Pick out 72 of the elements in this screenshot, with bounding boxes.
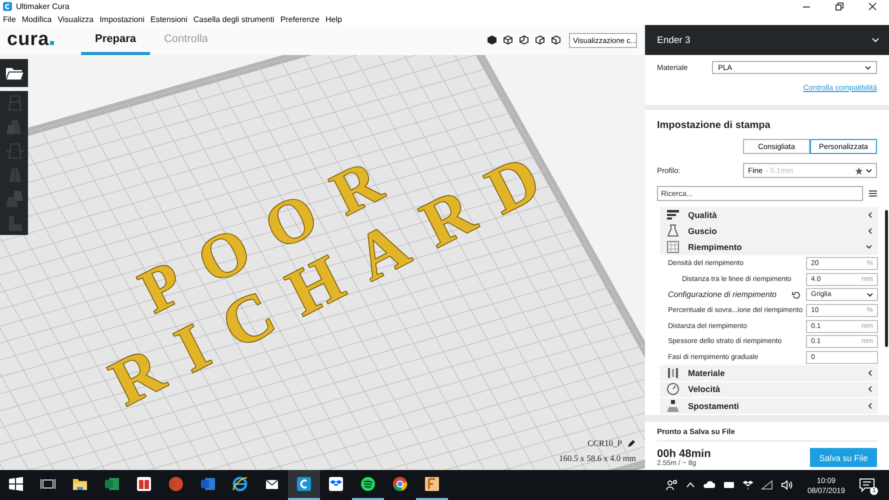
app-icon [296,476,312,492]
chevron-left-icon [868,228,872,234]
bars-icon [666,208,680,222]
cloud-icon[interactable] [703,481,716,489]
flask-icon [666,224,680,238]
menu-icon[interactable] [869,190,877,197]
wifi-icon[interactable] [761,480,774,490]
spreadsheet-icon [104,476,120,492]
setting-label: Configurazione di riempimento [668,290,778,300]
cube-icon[interactable] [551,35,561,45]
speaker-icon[interactable] [781,480,794,490]
globe-icon [232,476,248,492]
chevron-left-icon [868,402,872,409]
category-header[interactable]: Qualità [660,207,878,223]
cube-icon[interactable] [519,35,529,45]
nozzle-icon [666,398,680,413]
filament-icon [666,366,680,380]
pencil-icon[interactable] [627,438,636,448]
flasks-icon [3,188,25,210]
menu-item[interactable]: Estensioni [150,14,188,24]
caret-icon [865,66,871,70]
menu-item[interactable]: Help [325,14,342,24]
window-title: Ultimaker Cura [16,2,70,11]
document-icon [200,476,216,492]
chevron-left-icon [868,386,872,392]
object-name: CCR10_P [588,438,622,448]
scrollbar[interactable] [885,210,888,347]
folder-icon [72,476,88,492]
restore-icon[interactable] [835,2,844,11]
grid-icon [666,240,680,254]
menu-item[interactable]: Impostazioni [100,14,144,24]
menu-item[interactable]: Casella degli strumenti [193,14,274,24]
category-header[interactable]: Spostamenti [660,398,878,414]
category-header[interactable]: Guscio [660,223,878,239]
cube-icon[interactable] [535,35,545,45]
category-header[interactable]: Materiale [660,365,878,382]
chevron-left-icon [868,212,872,218]
caret-icon [872,38,879,42]
category-header[interactable]: Velocità [660,382,878,398]
category-header[interactable]: Riempimento [660,239,878,256]
gift-icon [136,476,152,492]
presentation-icon [168,476,184,492]
printer-selector[interactable]: Ender 3 [645,25,889,55]
caret-icon [867,292,873,297]
cube-icon[interactable] [487,35,497,45]
logo: cura [7,29,81,51]
app-icon [424,476,440,492]
gauge-icon [666,382,680,396]
battery-icon[interactable] [723,481,736,489]
chevron-left-icon [868,370,872,376]
section-title: Impostazione di stampa [657,120,772,131]
cube-icon[interactable] [503,35,513,45]
reset-icon[interactable] [792,290,800,299]
menu-item[interactable]: Preferenze [280,14,320,24]
menu-item[interactable]: Visualizza [58,14,94,24]
windows-icon [9,477,23,491]
task-view-icon [40,476,56,492]
taskbar-app[interactable] [288,470,320,500]
caret-icon [866,168,872,172]
menu-item[interactable]: File [3,14,16,24]
star-icon [855,166,863,174]
browser-icon [392,476,408,492]
close-icon[interactable] [868,2,877,11]
chevron-up-icon[interactable] [686,482,696,488]
object-dimensions: 160.5 x 58.6 x 4.0 mm [559,453,636,463]
open-file-button[interactable] [0,59,28,87]
people-icon[interactable] [666,479,678,491]
music-icon [360,476,376,492]
chevron-down-icon [866,245,872,250]
menu-item[interactable]: Modifica [22,14,52,24]
message-icon [859,477,875,493]
print-time: 00h 48min [657,448,711,460]
